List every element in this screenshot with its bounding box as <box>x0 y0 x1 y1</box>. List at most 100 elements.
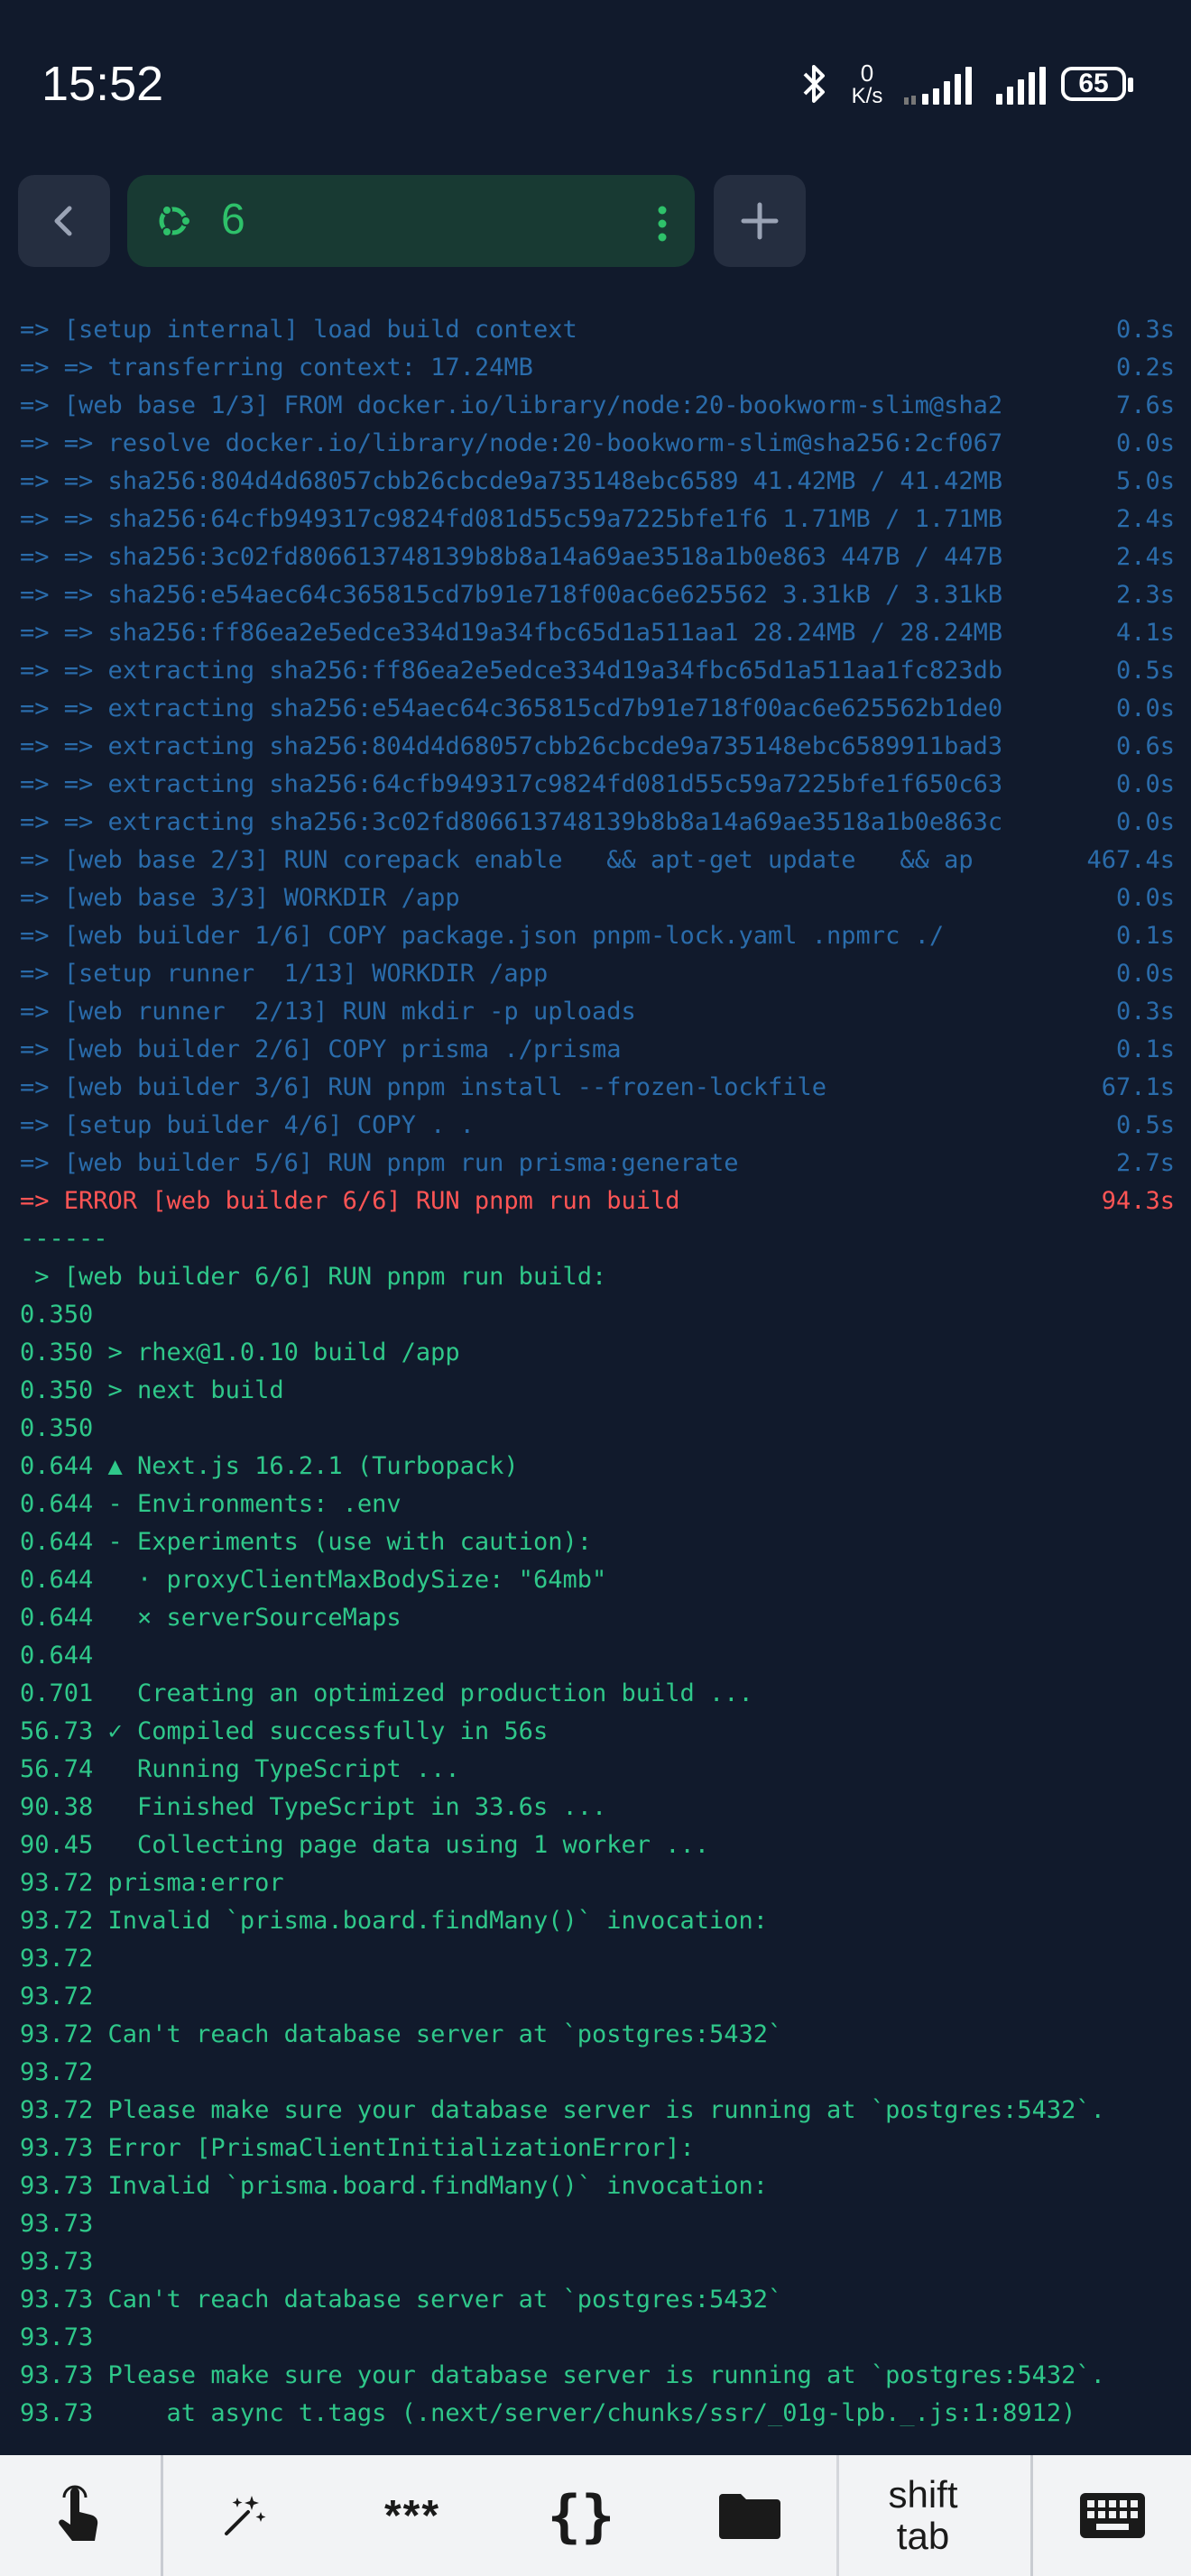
terminal-line-text: => [setup builder 4/6] COPY . . <box>20 1111 475 1139</box>
braces-key[interactable]: {} <box>499 2455 663 2576</box>
cellular-signal-icon <box>904 67 972 105</box>
terminal-line: => => resolve docker.io/library/node:20-… <box>20 425 1175 463</box>
terminal-line-text: => => sha256:3c02fd806613748139b8b8a14a6… <box>20 543 1003 571</box>
terminal-line-text: => => sha256:804d4d68057cbb26cbcde9a7351… <box>20 467 1003 495</box>
terminal-line-text: 0.644 <box>20 1642 94 1670</box>
terminal-line-text: => => extracting sha256:3c02fd8066137481… <box>20 808 1003 836</box>
terminal-line: 56.73 ✓ Compiled successfully in 56s <box>20 1713 1175 1751</box>
terminal-line-duration: 0.1s <box>1115 1035 1175 1063</box>
terminal-line: => [setup builder 4/6] COPY . . 0.5s <box>20 1107 1175 1145</box>
terminal-line-duration: 5.0s <box>1115 467 1175 495</box>
terminal-line-text: => => sha256:e54aec64c365815cd7b91e718f0… <box>20 581 1003 609</box>
terminal-line-duration: 0.0s <box>1115 808 1175 836</box>
terminal-line: 0.644 ▲ Next.js 16.2.1 (Turbopack) <box>20 1448 1175 1486</box>
session-tab-active[interactable]: 6 <box>127 175 695 267</box>
touch-mode-key[interactable] <box>0 2455 161 2576</box>
terminal-line-duration: 0.3s <box>1115 998 1175 1026</box>
terminal-line: 93.73 Error [PrismaClientInitializationE… <box>20 2130 1175 2167</box>
net-speed: 0 K/s <box>851 60 883 108</box>
terminal-line-text: 93.73 Error [PrismaClientInitializationE… <box>20 2134 695 2162</box>
terminal-line: 93.73 <box>20 2205 1175 2243</box>
terminal-line-text: => => extracting sha256:e54aec64c365815c… <box>20 695 1003 722</box>
terminal-line: => [web base 2/3] RUN corepack enable &&… <box>20 842 1175 879</box>
terminal-line-text: 93.73 <box>20 2248 94 2276</box>
stars-key[interactable]: *** <box>326 2455 499 2576</box>
terminal-line: 93.73 Invalid `prisma.board.findMany()` … <box>20 2167 1175 2205</box>
terminal-line: 0.644 × serverSourceMaps <box>20 1599 1175 1637</box>
terminal-line: 0.644 <box>20 1637 1175 1675</box>
extra-keys-bar: *** {} shift tab <box>0 2455 1191 2576</box>
terminal-line-duration: 0.5s <box>1115 657 1175 685</box>
terminal-line-text: 0.644 × serverSourceMaps <box>20 1604 402 1632</box>
terminal-line: 90.38 Finished TypeScript in 33.6s ... <box>20 1789 1175 1826</box>
terminal-line-text: 93.73 Can't reach database server at `po… <box>20 2286 783 2314</box>
files-key[interactable] <box>663 2455 836 2576</box>
terminal-line-duration: 0.5s <box>1115 1111 1175 1139</box>
terminal-line-text: => [setup internal] load build context <box>20 316 577 344</box>
terminal-line-duration: 94.3s <box>1101 1187 1175 1215</box>
terminal-line: => => sha256:804d4d68057cbb26cbcde9a7351… <box>20 463 1175 501</box>
battery-icon: 65 <box>1061 67 1135 105</box>
battery-level: 65 <box>1078 69 1109 98</box>
terminal-line-text: => [web builder 3/6] RUN pnpm install --… <box>20 1073 827 1101</box>
terminal-line: 0.350 > rhex@1.0.10 build /app <box>20 1334 1175 1372</box>
terminal-line-text: => [web builder 5/6] RUN pnpm run prisma… <box>20 1149 739 1177</box>
terminal-line-duration: 67.1s <box>1101 1073 1175 1101</box>
terminal-line: => ERROR [web builder 6/6] RUN pnpm run … <box>20 1182 1175 1220</box>
terminal-line-text: => [setup runner 1/13] WORKDIR /app <box>20 960 549 988</box>
terminal-output[interactable]: => [setup internal] load build context 0.… <box>0 311 1191 2426</box>
terminal-line-text: 0.644 · proxyClientMaxBodySize: "64mb" <box>20 1566 607 1594</box>
terminal-line: => [web builder 5/6] RUN pnpm run prisma… <box>20 1145 1175 1182</box>
terminal-line-text: => => transferring context: 17.24MB <box>20 354 533 382</box>
terminal-line: => => sha256:ff86ea2e5edce334d19a34fbc65… <box>20 614 1175 652</box>
terminal-line-text: 93.72 <box>20 1945 94 1973</box>
terminal-line-text: => => extracting sha256:804d4d68057cbb26… <box>20 732 1003 760</box>
magic-wand-key[interactable] <box>163 2455 326 2576</box>
add-session-button[interactable] <box>714 175 806 267</box>
terminal-line: 93.72 Can't reach database server at `po… <box>20 2016 1175 2054</box>
terminal-line: => => transferring context: 17.24MB 0.2s <box>20 349 1175 387</box>
terminal-line: => => extracting sha256:3c02fd8066137481… <box>20 804 1175 842</box>
terminal-line-text: 0.350 <box>20 1414 94 1442</box>
status-bar: 15:52 0 K/s 65 <box>0 0 1191 171</box>
terminal-line: 93.73 <box>20 2319 1175 2357</box>
terminal-line: 93.72 Please make sure your database ser… <box>20 2092 1175 2130</box>
terminal-line-text: 0.644 ▲ Next.js 16.2.1 (Turbopack) <box>20 1452 519 1480</box>
terminal-line-text: 93.73 <box>20 2210 94 2238</box>
terminal-line: 0.350 <box>20 1410 1175 1448</box>
terminal-line-duration: 467.4s <box>1086 846 1175 874</box>
terminal-line-text: > [web builder 6/6] RUN pnpm run build: <box>20 1263 607 1291</box>
more-vertical-icon[interactable] <box>657 206 668 242</box>
terminal-line-text: 93.72 <box>20 1983 94 2010</box>
terminal-line: => => extracting sha256:804d4d68057cbb26… <box>20 728 1175 766</box>
terminal-line-duration: 2.7s <box>1115 1149 1175 1177</box>
terminal-line: => [setup internal] load build context 0.… <box>20 311 1175 349</box>
terminal-line-duration: 0.0s <box>1115 884 1175 912</box>
terminal-line-text: 0.644 - Experiments (use with caution): <box>20 1528 592 1556</box>
plus-icon <box>741 202 779 240</box>
terminal-line-text: => [web base 1/3] FROM docker.io/library… <box>20 391 1003 419</box>
terminal-line: ------ <box>20 1220 1175 1258</box>
session-tab-bar: 6 <box>0 171 1191 280</box>
terminal-line-text: => [web base 2/3] RUN corepack enable &&… <box>20 846 974 874</box>
keyboard-key[interactable] <box>1033 2455 1191 2576</box>
shift-tab-key[interactable]: shift tab <box>839 2455 1007 2576</box>
terminal-line-text: 93.72 <box>20 2058 94 2086</box>
terminal-line: => [web base 1/3] FROM docker.io/library… <box>20 387 1175 425</box>
terminal-line-text: 0.350 > rhex@1.0.10 build /app <box>20 1339 460 1366</box>
terminal-line: 93.72 <box>20 2054 1175 2092</box>
terminal-line-text: => [web builder 1/6] COPY package.json p… <box>20 922 945 950</box>
terminal-line-text: => [web builder 2/6] COPY prisma ./prism… <box>20 1035 622 1063</box>
terminal-line: => => sha256:3c02fd806613748139b8b8a14a6… <box>20 538 1175 576</box>
terminal-line-text: 0.701 Creating an optimized production b… <box>20 1679 753 1707</box>
terminal-line-text: 93.73 Please make sure your database ser… <box>20 2361 1105 2389</box>
terminal-line: > [web builder 6/6] RUN pnpm run build: <box>20 1258 1175 1296</box>
terminal-line-text: 0.350 <box>20 1301 94 1329</box>
terminal-line: 90.45 Collecting page data using 1 worke… <box>20 1826 1175 1864</box>
terminal-line-duration: 2.3s <box>1115 581 1175 609</box>
terminal-line-text: => [web runner 2/13] RUN mkdir -p upload… <box>20 998 636 1026</box>
folder-icon <box>719 2494 780 2539</box>
back-button[interactable] <box>18 175 110 267</box>
terminal-line-text: 90.45 Collecting page data using 1 worke… <box>20 1831 710 1859</box>
terminal-line: => => extracting sha256:64cfb949317c9824… <box>20 766 1175 804</box>
